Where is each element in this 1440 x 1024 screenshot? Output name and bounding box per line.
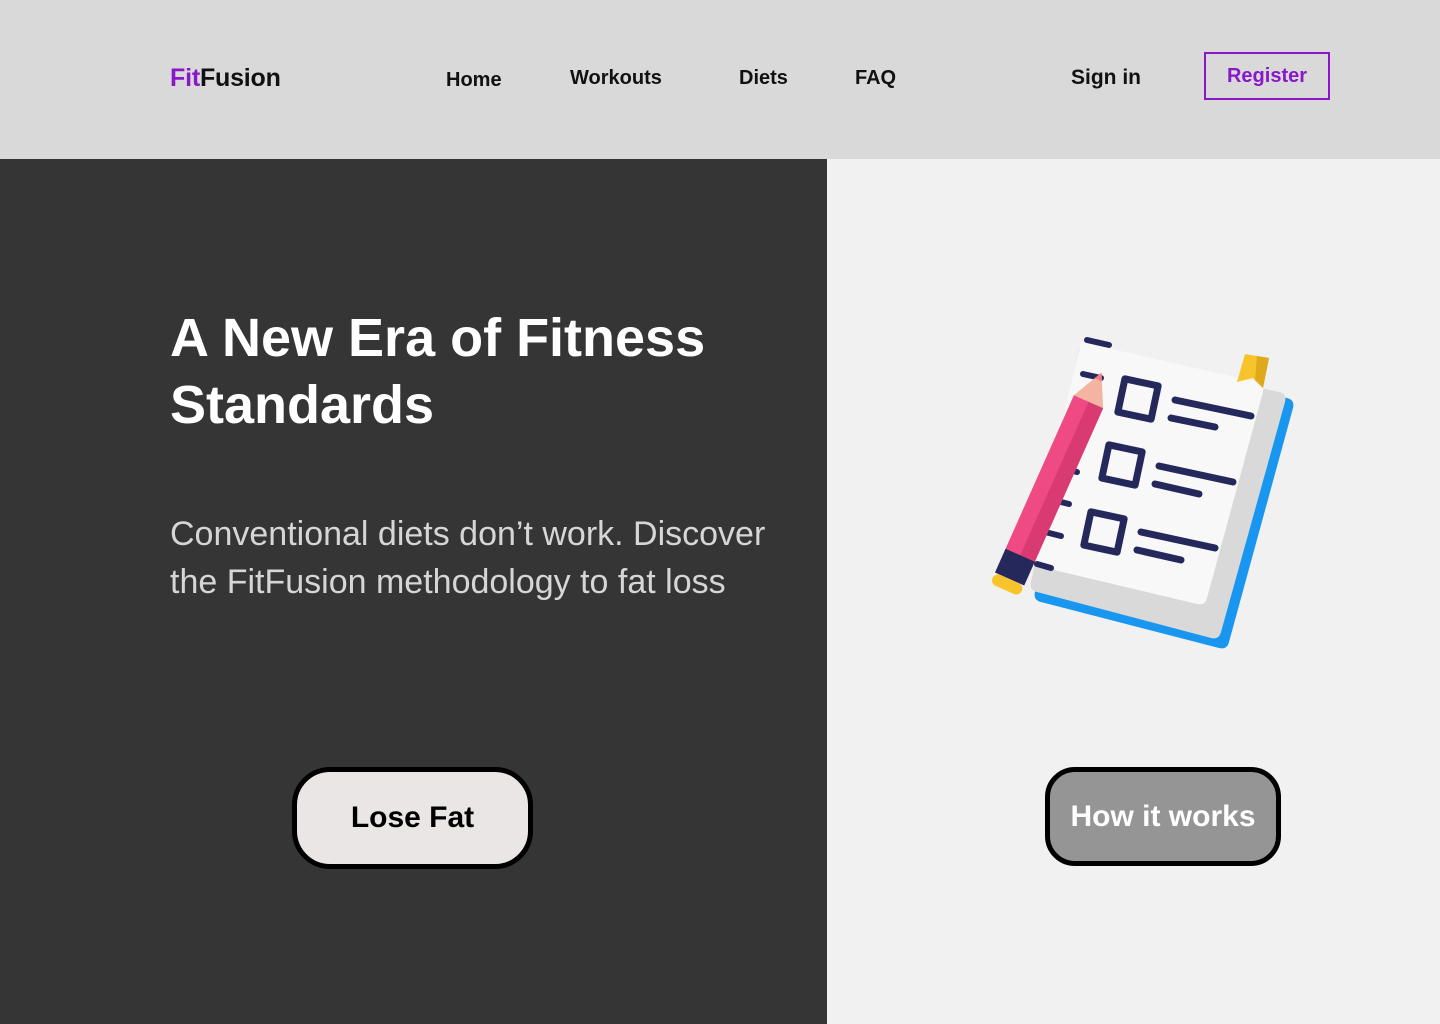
hero-subtext: Conventional diets don’t work. Discover …	[170, 515, 766, 601]
register-button[interactable]: Register	[1204, 52, 1330, 100]
lose-fat-button[interactable]: Lose Fat	[292, 767, 533, 869]
nav-workouts[interactable]: Workouts	[570, 67, 662, 90]
top-navbar: FitFusion Home Workouts Diets FAQ Sign i…	[0, 0, 1440, 159]
sign-in-link[interactable]: Sign in	[1071, 66, 1141, 90]
logo-accent: Fit	[170, 64, 200, 92]
nav-faq[interactable]: FAQ	[855, 67, 896, 90]
nav-home[interactable]: Home	[446, 69, 502, 92]
logo[interactable]: FitFusion	[170, 64, 281, 93]
hero-headline: A New Era of Fitness Standards	[170, 308, 706, 435]
logo-rest: Fusion	[199, 64, 281, 92]
checklist-notebook-pencil-icon	[992, 337, 1294, 649]
nav-diets[interactable]: Diets	[739, 67, 788, 90]
how-it-works-button[interactable]: How it works	[1045, 767, 1281, 866]
